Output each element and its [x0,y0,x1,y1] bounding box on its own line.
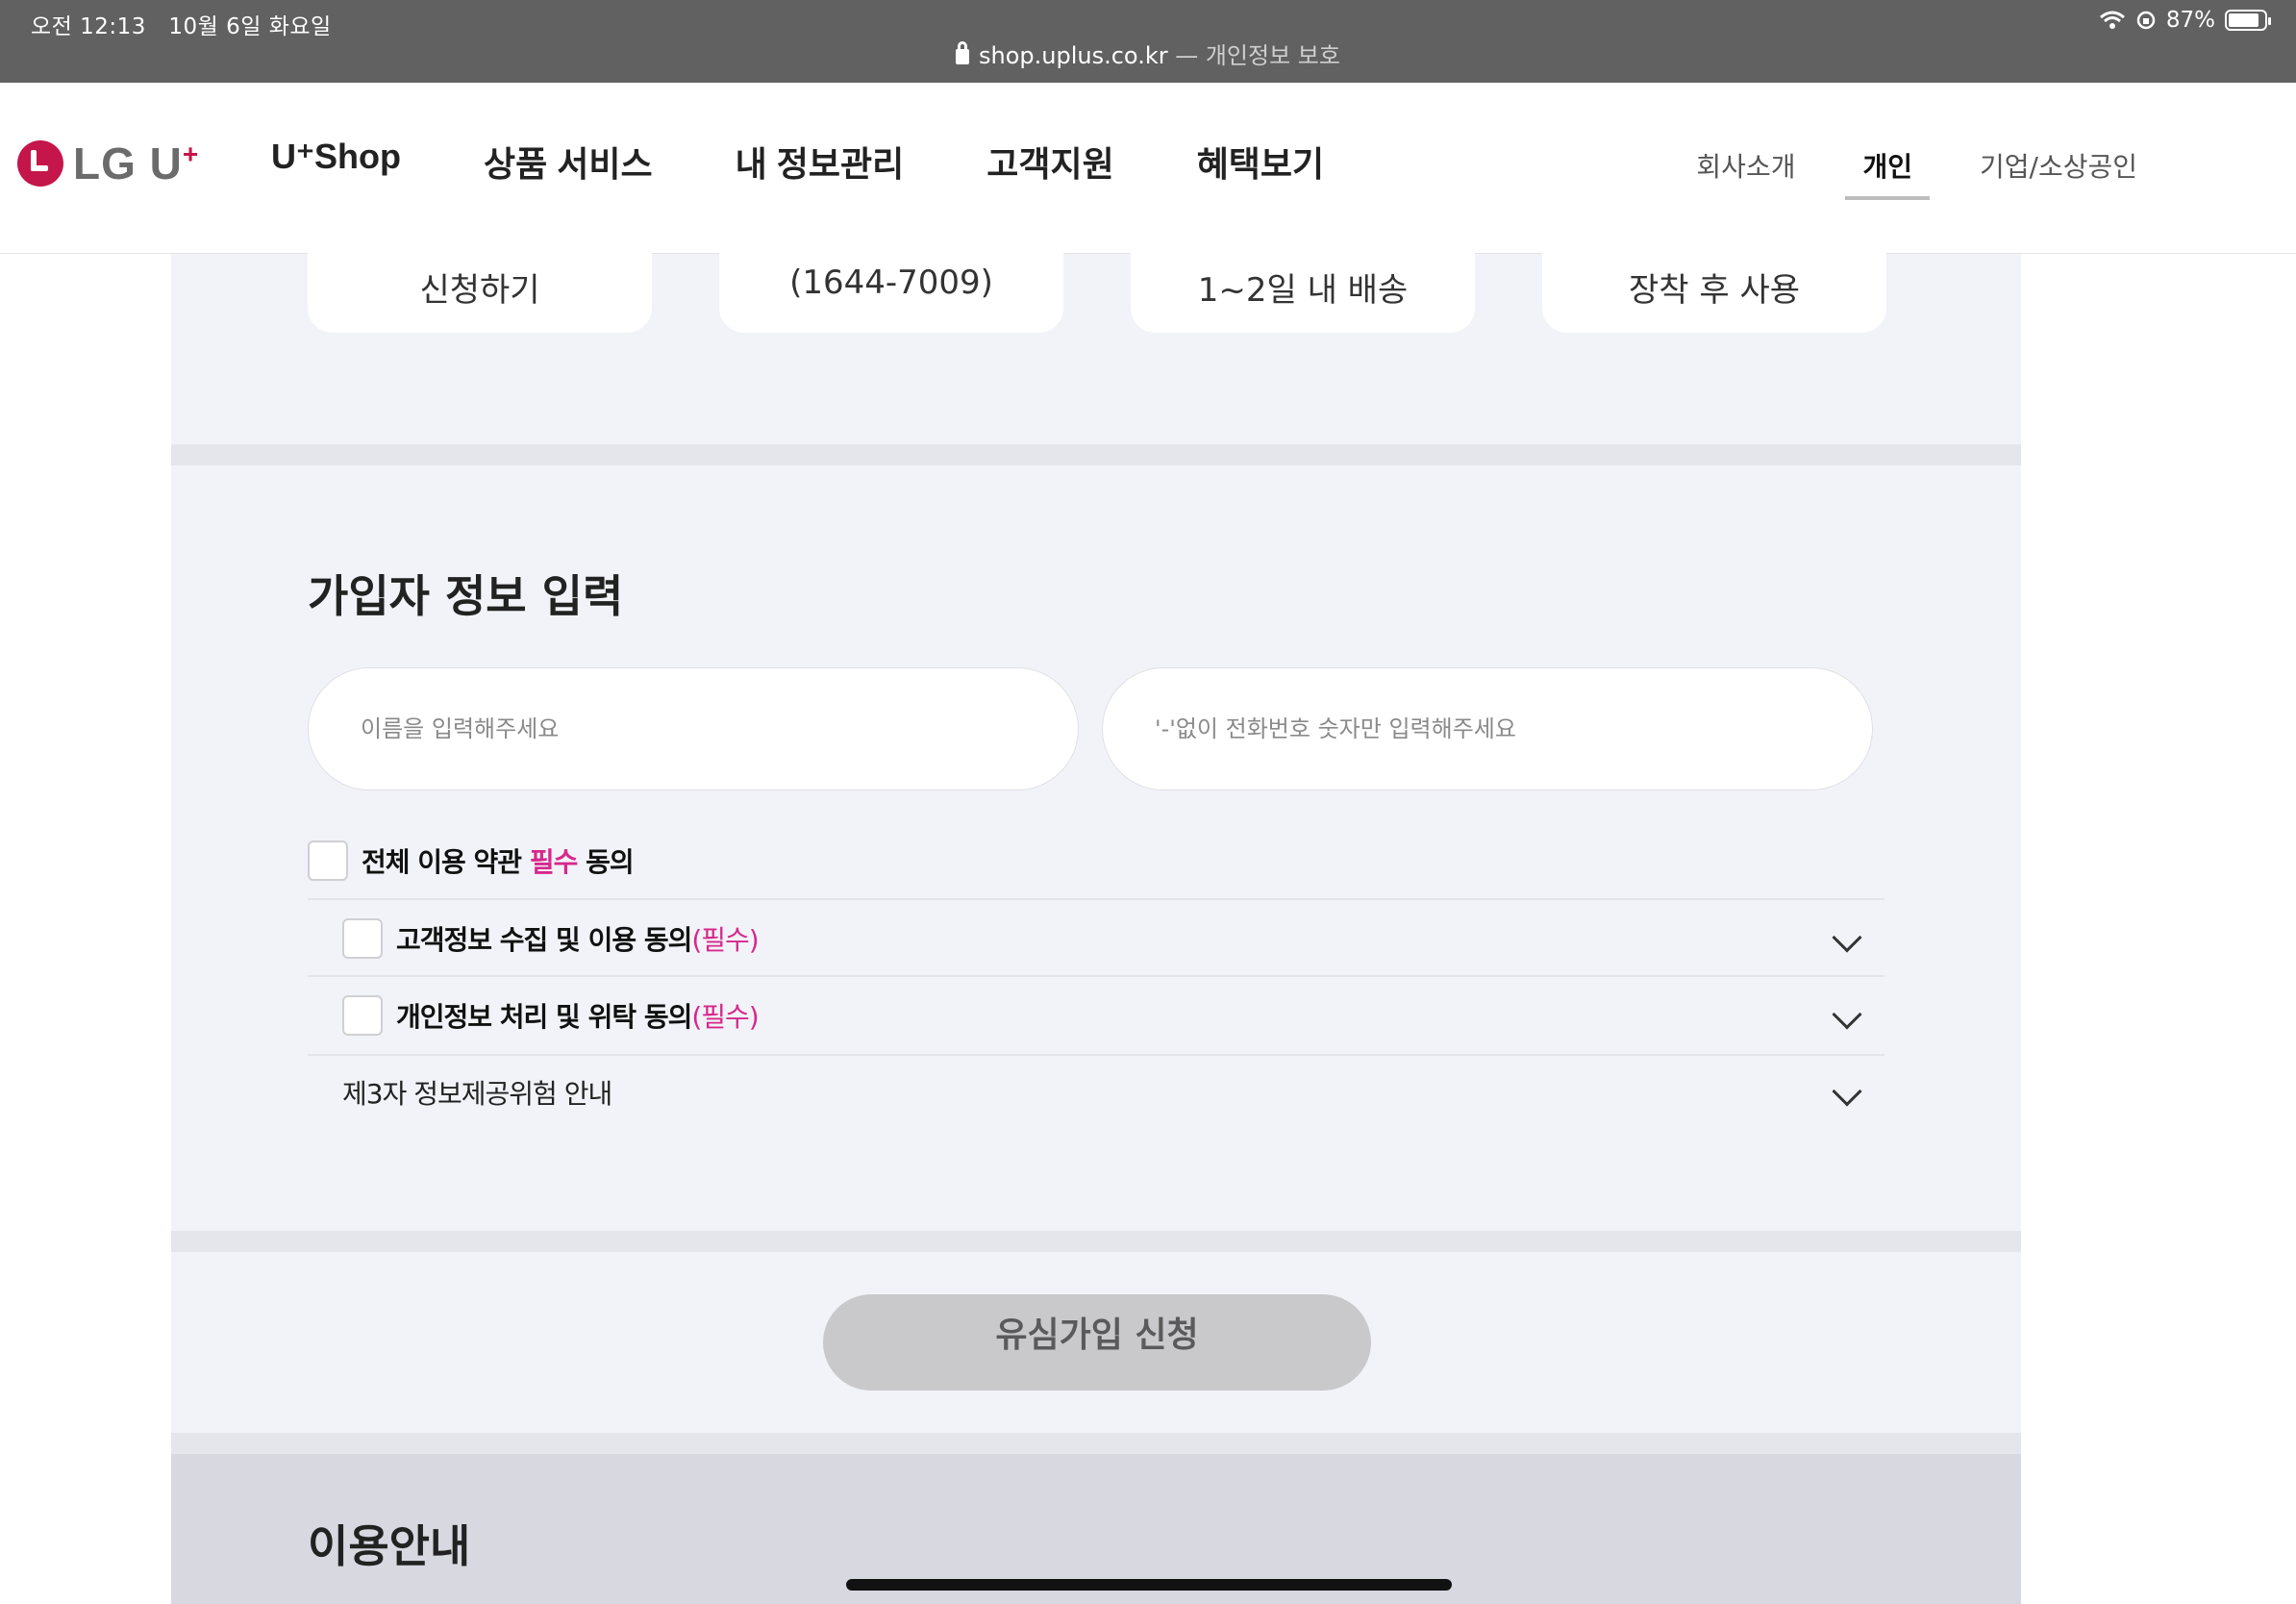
url-text: shop.uplus.co.kr [979,42,1168,69]
step-card-4: 장착 후 사용 [1542,225,1886,333]
section-divider [171,444,2021,465]
required-tag: (필수) [691,924,759,956]
url-bar[interactable]: shop.uplus.co.kr — 개인정보 보호 [0,37,2296,70]
name-input[interactable] [361,715,1007,742]
name-field[interactable] [308,667,1079,790]
step-label: 1~2일 내 배송 [1197,271,1409,310]
util-personal[interactable]: 개인 [1845,146,1930,200]
orientation-lock-icon [2136,11,2156,30]
util-nav: 회사소개 개인 기업/소상공인 [1696,146,2137,200]
wifi-icon [2099,11,2125,29]
agree-all-checkbox[interactable] [308,840,348,881]
subscriber-info-title: 가입자 정보 입력 [308,570,624,622]
step-label: 장착 후 사용 [1628,271,1800,310]
step-label: (1644-7009) [789,263,993,302]
logo-text: LG U+ [73,138,200,188]
step-label: 신청하기 [419,271,540,310]
agree-collect-checkbox[interactable] [342,918,383,959]
url-privacy-text: — 개인정보 보호 [1167,42,1340,69]
battery-icon [2225,10,2271,31]
step-card-3: 1~2일 내 배송 [1131,225,1475,333]
usim-apply-button[interactable]: 유심가입 신청 [823,1294,1371,1391]
status-bar: 오전 12:13 10월 6일 화요일 87% shop.uplus.co.kr… [0,0,2296,83]
nav-my-info[interactable]: 내 정보관리 [736,137,905,187]
status-indicators: 87% [2099,8,2271,33]
agree-all-label: 전체 이용 약관 필수 동의 [362,846,635,878]
step-card-2: (1644-7009) [719,225,1063,333]
nav-benefits[interactable]: 혜택보기 [1197,137,1324,187]
nav-ushop[interactable]: U⁺Shop [271,137,401,187]
section-divider [171,1231,2021,1252]
phone-field[interactable] [1102,667,1873,790]
util-business[interactable]: 기업/소상공인 [1980,146,2137,185]
lock-icon [956,41,970,64]
lg-uplus-logo[interactable]: LG U+ [17,138,199,189]
section-divider [171,1433,2021,1454]
step-card-1: 신청하기 [308,225,652,333]
agree-item-consign[interactable]: 개인정보 처리 및 위탁 동의(필수) [342,977,1884,1054]
agree-item-collect[interactable]: 고객정보 수집 및 이용 동의(필수) [342,900,1884,977]
third-party-risk-label: 제3자 정보제공위험 안내 [342,1078,612,1110]
agree-consign-label: 개인정보 처리 및 위탁 동의(필수) [396,1001,760,1033]
required-tag: 필수 [529,846,579,878]
required-tag: (필수) [691,1001,759,1033]
home-indicator[interactable] [846,1579,1452,1591]
chevron-down-icon[interactable] [1832,1076,1862,1107]
status-time: 오전 12:13 10월 6일 화요일 [31,8,332,40]
lg-logo-icon [17,140,63,187]
phone-input[interactable] [1155,715,1801,742]
chevron-down-icon[interactable] [1832,999,1862,1030]
main-nav: U⁺Shop 상품 서비스 내 정보관리 고객지원 혜택보기 [271,137,1407,187]
usage-guide-title: 이용안내 [308,1520,471,1572]
battery-percent: 87% [2165,8,2215,33]
main-content: 신청하기 (1644-7009) 1~2일 내 배송 장착 후 사용 가입자 정… [171,225,2021,1604]
third-party-risk-row[interactable]: 제3자 정보제공위험 안내 [342,1054,1884,1131]
util-company[interactable]: 회사소개 [1696,146,1795,185]
agree-all-row[interactable]: 전체 이용 약관 필수 동의 [308,840,635,881]
agree-collect-label: 고객정보 수집 및 이용 동의(필수) [396,924,760,956]
chevron-down-icon[interactable] [1832,922,1862,953]
agree-consign-checkbox[interactable] [342,995,383,1036]
process-steps: 신청하기 (1644-7009) 1~2일 내 배송 장착 후 사용 [308,225,1894,333]
nav-support[interactable]: 고객지원 [986,137,1113,187]
nav-products[interactable]: 상품 서비스 [484,137,653,187]
